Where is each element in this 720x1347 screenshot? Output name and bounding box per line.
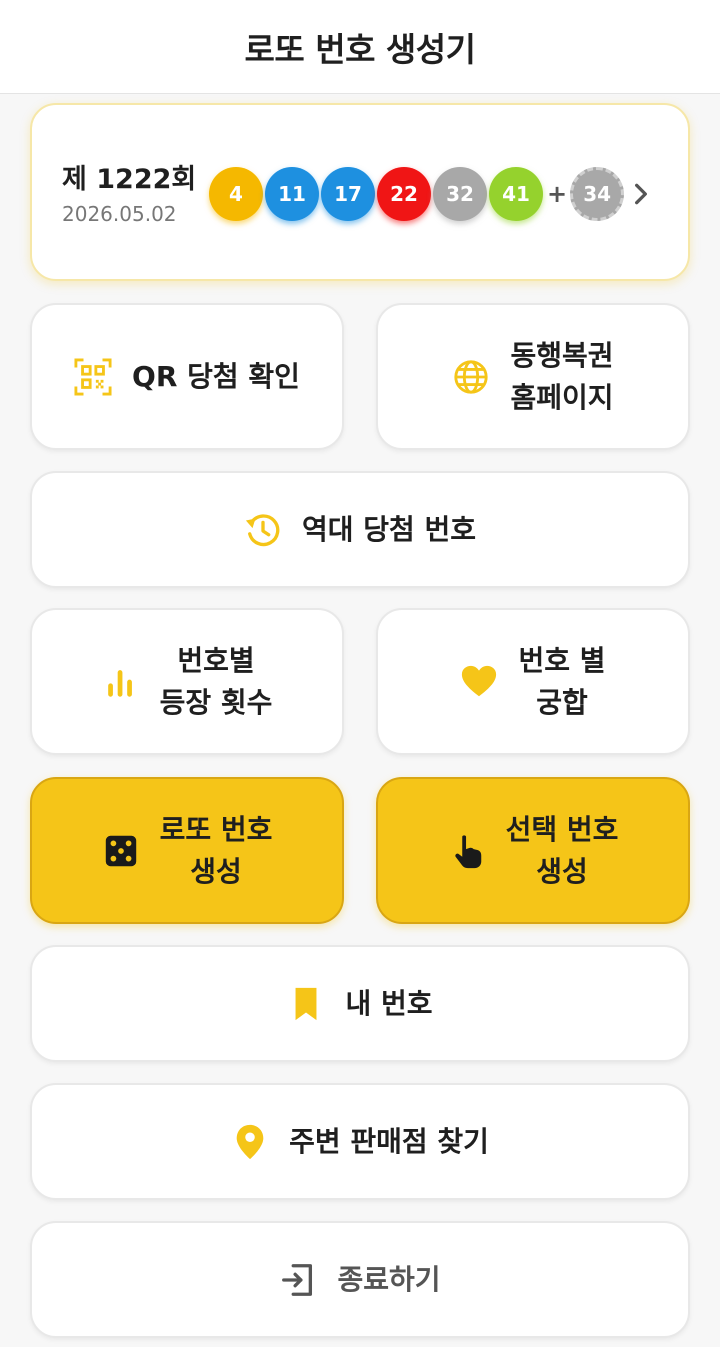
number-ball: 41 [489, 167, 543, 221]
past-numbers-button[interactable]: 역대 당첨 번호 [30, 471, 690, 588]
history-icon [244, 511, 282, 549]
latest-draw-card[interactable]: 제 1222회 2026.05.02 4 11 17 22 32 41 + 34 [30, 103, 690, 281]
generate-numbers-label: 로또 번호 생성 [159, 812, 273, 888]
bar-chart-icon [102, 663, 140, 701]
find-store-label: 주변 판매점 찾기 [289, 1124, 489, 1158]
compatibility-button[interactable]: 번호 별 궁합 [376, 608, 690, 755]
number-ball: 11 [265, 167, 319, 221]
plus-sign: + [547, 180, 568, 208]
draw-date: 2026.05.02 [62, 202, 177, 226]
winning-numbers: 4 11 17 22 32 41 + 34 [209, 167, 626, 221]
homepage-label: 동행복권 홈페이지 [510, 338, 614, 414]
find-store-button[interactable]: 주변 판매점 찾기 [30, 1083, 690, 1200]
my-numbers-button[interactable]: 내 번호 [30, 945, 690, 1062]
number-ball: 17 [321, 167, 375, 221]
frequency-label: 번호별 등장 횟수 [159, 643, 273, 719]
qr-check-button[interactable]: QR 당첨 확인 [30, 303, 344, 450]
bookmark-icon [287, 985, 325, 1023]
select-generate-label: 선택 번호 생성 [505, 812, 619, 888]
globe-icon [452, 358, 490, 396]
homepage-button[interactable]: 동행복권 홈페이지 [376, 303, 690, 450]
page-title: 로또 번호 생성기 [244, 29, 477, 69]
location-pin-icon [231, 1123, 269, 1161]
heart-icon [460, 663, 498, 701]
touch-hand-icon [448, 832, 486, 870]
generate-numbers-button[interactable]: 로또 번호 생성 [30, 777, 344, 924]
draw-info: 제 1222회 2026.05.02 [62, 163, 196, 227]
compatibility-label: 번호 별 궁합 [518, 643, 606, 719]
frequency-button[interactable]: 번호별 등장 횟수 [30, 608, 344, 755]
exit-icon [279, 1261, 317, 1299]
past-numbers-label: 역대 당첨 번호 [301, 512, 477, 546]
my-numbers-label: 내 번호 [345, 986, 433, 1020]
qr-check-label: QR 당첨 확인 [132, 359, 300, 393]
exit-button[interactable]: 종료하기 [30, 1221, 690, 1338]
draw-round: 제 1222회 [62, 164, 197, 195]
exit-label: 종료하기 [337, 1262, 441, 1296]
chevron-right-icon [635, 183, 647, 205]
qr-scan-icon [74, 357, 112, 396]
bonus-ball: 34 [570, 167, 625, 221]
app-header: 로또 번호 생성기 [0, 0, 720, 94]
select-generate-button[interactable]: 선택 번호 생성 [376, 777, 690, 924]
number-ball: 22 [377, 167, 431, 221]
dice-icon [102, 832, 140, 870]
number-ball: 4 [209, 167, 263, 221]
number-ball: 32 [433, 167, 487, 221]
